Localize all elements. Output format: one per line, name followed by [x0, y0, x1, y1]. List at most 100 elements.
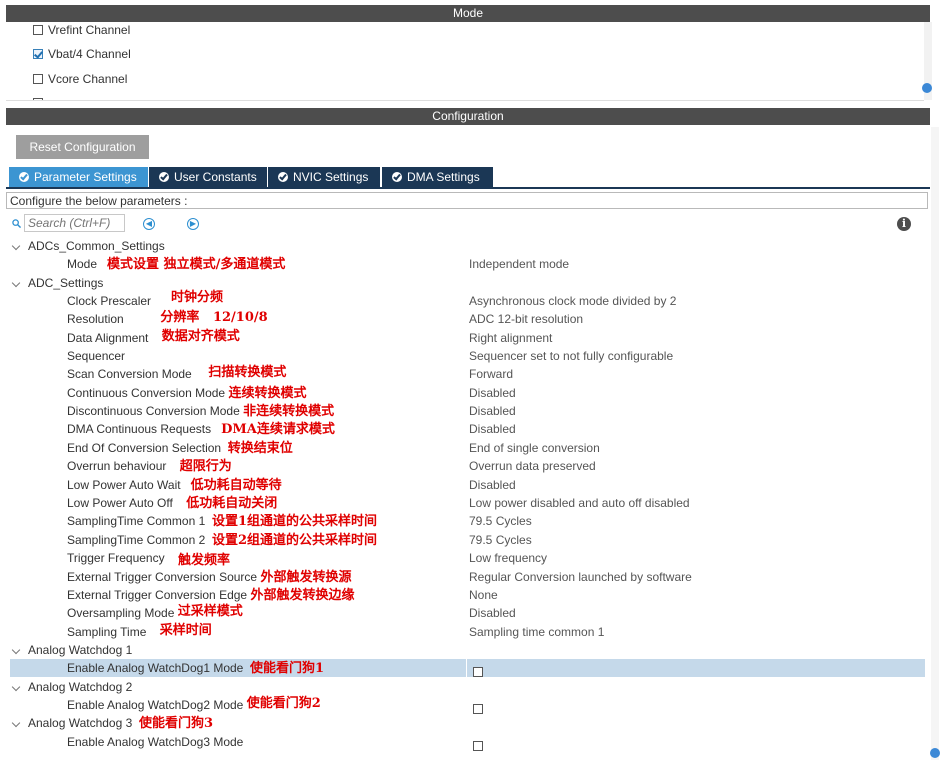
tab-user-constants[interactable]: User Constants — [149, 167, 267, 187]
param-row[interactable]: Overrun behaviour 超限行为 Overrun data pres… — [0, 457, 930, 475]
mode-channel-list: Vrefint Channel Vbat/4 Channel Vcore Cha… — [6, 22, 924, 101]
param-name: Resolution 分辨率 12/10/8 — [67, 310, 268, 326]
param-name: SamplingTime Common 2 设置2组通道的公共采样时间 — [67, 533, 377, 548]
param-row[interactable]: SamplingTime Common 1 设置1组通道的公共采样时间 79.5… — [0, 512, 930, 530]
param-value[interactable]: Regular Conversion launched by software — [469, 568, 692, 586]
param-row[interactable]: DMA Continuous Requests DMA连续请求模式 Disabl… — [0, 420, 930, 438]
param-name: External Trigger Conversion Edge 外部触发转换边… — [67, 588, 355, 603]
param-value[interactable]: Forward — [469, 365, 513, 383]
param-row[interactable]: Clock Prescaler 时钟分频 Asynchronous clock … — [0, 290, 930, 310]
annotation-text: 连续转换模式 — [228, 386, 307, 401]
param-row[interactable]: Oversampling Mode 过采样模式 Disabled — [0, 604, 930, 622]
param-value[interactable]: End of single conversion — [469, 439, 600, 457]
channel-partial[interactable] — [33, 95, 48, 100]
group-adc-settings[interactable]: ADC_Settings — [0, 274, 930, 292]
param-row[interactable]: Enable Analog WatchDog2 Mode 使能看门狗2 — [0, 696, 930, 714]
check-circle-icon — [392, 172, 402, 182]
param-name: Enable Analog WatchDog1 Mode 使能看门狗1 — [67, 661, 325, 676]
param-row[interactable]: SamplingTime Common 2 设置2组通道的公共采样时间 79.5… — [0, 531, 930, 549]
tab-parameter-settings[interactable]: Parameter Settings — [9, 167, 148, 187]
param-row[interactable]: Scan Conversion Mode 扫描转换模式 Forward — [0, 365, 930, 383]
param-value[interactable]: Disabled — [469, 420, 516, 438]
param-row[interactable]: End Of Conversion Selection 转换结束位 End of… — [0, 439, 930, 457]
annotation-text: 使能看门狗2 — [246, 696, 321, 711]
info-icon[interactable]: i — [897, 217, 911, 231]
next-result-button[interactable]: ▶ — [187, 218, 199, 230]
parameter-scrollbar[interactable] — [931, 127, 939, 760]
param-row[interactable]: Discontinuous Conversion Mode 非连续转换模式 Di… — [0, 402, 930, 420]
mode-scroll-thumb[interactable] — [922, 83, 932, 93]
tab-dma-settings[interactable]: DMA Settings — [382, 167, 493, 187]
watchdog3-checkbox[interactable] — [473, 737, 488, 755]
vbat-checkbox[interactable] — [33, 49, 43, 59]
param-row[interactable]: Continuous Conversion Mode 连续转换模式 Disabl… — [0, 384, 930, 402]
vrefint-checkbox[interactable] — [33, 25, 43, 35]
group-label: Analog Watchdog 1 — [28, 643, 133, 657]
param-row-selected[interactable]: Enable Analog WatchDog1 Mode 使能看门狗1 — [10, 659, 925, 677]
annotation-text: 转换结束位 — [227, 441, 293, 456]
param-row[interactable]: Sampling Time 采样时间 Sampling time common … — [0, 623, 930, 641]
param-row[interactable]: Data Alignment 数据对齐模式 Right alignment — [0, 329, 930, 347]
param-value[interactable]: Disabled — [469, 604, 516, 622]
group-analog-watchdog-3[interactable]: Analog Watchdog 3 使能看门狗3 — [0, 714, 930, 732]
chevron-down-icon[interactable] — [11, 278, 21, 288]
param-value[interactable]: Low frequency — [469, 549, 547, 567]
param-value[interactable]: Independent mode — [469, 255, 569, 273]
previous-result-button[interactable]: ◀ — [143, 218, 155, 230]
partial-checkbox[interactable] — [33, 98, 43, 100]
group-analog-watchdog-1[interactable]: Analog Watchdog 1 — [0, 641, 930, 659]
param-value[interactable]: Overrun data preserved — [469, 457, 596, 475]
param-row[interactable]: Low Power Auto Off 低功耗自动关闭 Low power dis… — [0, 494, 930, 512]
param-value[interactable]: Disabled — [469, 476, 516, 494]
param-row[interactable]: External Trigger Conversion Edge 外部触发转换边… — [0, 586, 930, 604]
channel-label: Vrefint Channel — [48, 23, 131, 37]
param-value[interactable]: Asynchronous clock mode divided by 2 — [469, 292, 676, 310]
param-value[interactable]: 79.5 Cycles — [469, 531, 532, 549]
param-row[interactable]: External Trigger Conversion Source 外部触发转… — [0, 568, 930, 586]
param-value[interactable]: Disabled — [469, 402, 516, 420]
annotation-text: 分辨率 12/10/8 — [160, 310, 268, 325]
param-value[interactable]: Right alignment — [469, 329, 552, 347]
param-row[interactable]: Sequencer Sequencer set to not fully con… — [0, 347, 930, 365]
param-name: Sampling Time 采样时间 — [67, 623, 212, 639]
group-label: Analog Watchdog 3 使能看门狗3 — [28, 716, 214, 731]
channel-vbat[interactable]: Vbat/4 Channel — [33, 46, 131, 62]
param-name: Clock Prescaler 时钟分频 — [67, 290, 224, 308]
group-adcs-common-settings[interactable]: ADCs_Common_Settings — [0, 237, 930, 255]
param-value[interactable]: None — [469, 586, 498, 604]
param-row[interactable]: Trigger Frequency 触发频率 Low frequency — [0, 549, 930, 568]
tab-nvic-settings[interactable]: NVIC Settings — [268, 167, 380, 187]
param-name: Enable Analog WatchDog3 Mode — [67, 735, 244, 749]
chevron-down-icon[interactable] — [11, 682, 21, 692]
param-value[interactable]: 79.5 Cycles — [469, 512, 532, 530]
chevron-down-icon[interactable] — [11, 241, 21, 251]
channel-vrefint[interactable]: Vrefint Channel — [33, 22, 130, 38]
check-circle-icon — [278, 172, 288, 182]
param-row[interactable]: Resolution 分辨率 12/10/8 ADC 12-bit resolu… — [0, 310, 930, 328]
param-row[interactable]: Low Power Auto Wait 低功耗自动等待 Disabled — [0, 476, 930, 494]
param-value[interactable]: Disabled — [469, 384, 516, 402]
group-label: ADC_Settings — [28, 276, 104, 290]
param-name: Sequencer — [67, 349, 126, 363]
param-row[interactable]: Mode 模式设置 独立模式/多通道模式 Independent mode — [0, 255, 930, 273]
param-value[interactable]: Sequencer set to not fully configurable — [469, 347, 673, 365]
param-value[interactable]: Low power disabled and auto off disabled — [469, 494, 690, 512]
annotation-text: 低功耗自动等待 — [190, 478, 282, 493]
reset-configuration-button[interactable]: Reset Configuration — [16, 135, 149, 159]
param-value[interactable]: ADC 12-bit resolution — [469, 310, 583, 328]
annotation-text: 设置2组通道的公共采样时间 — [211, 533, 377, 548]
chevron-down-icon[interactable] — [11, 718, 21, 728]
vcore-checkbox[interactable] — [33, 74, 43, 84]
chevron-down-icon[interactable] — [11, 645, 21, 655]
annotation-text: 外部触发转换边缘 — [250, 588, 355, 603]
group-analog-watchdog-2[interactable]: Analog Watchdog 2 — [0, 678, 930, 696]
annotation-text: 使能看门狗3 — [138, 716, 214, 731]
check-circle-icon — [159, 172, 169, 182]
param-row[interactable]: Enable Analog WatchDog3 Mode — [0, 733, 930, 751]
param-name: Overrun behaviour 超限行为 — [67, 459, 232, 474]
search-input[interactable] — [24, 214, 125, 232]
param-value[interactable]: Sampling time common 1 — [469, 623, 604, 641]
annotation-text: 低功耗自动关闭 — [186, 496, 278, 511]
channel-vcore[interactable]: Vcore Channel — [33, 71, 127, 87]
parameter-scroll-thumb[interactable] — [930, 748, 940, 758]
